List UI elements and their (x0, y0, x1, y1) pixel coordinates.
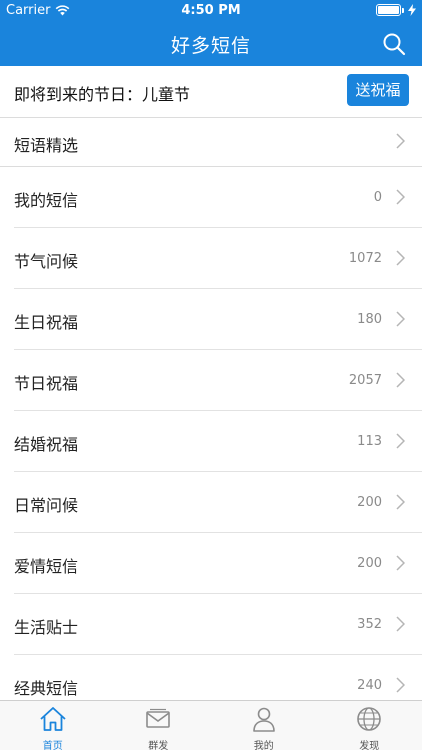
charging-bolt-icon (408, 4, 416, 16)
list-item[interactable]: 节气问候 1072 (0, 228, 422, 289)
category-count: 200 (357, 495, 382, 510)
nav-bar: 好多短信 (0, 22, 422, 66)
quotes-label: 短语精选 (14, 136, 79, 155)
tab-mine[interactable]: 我的 (211, 701, 317, 750)
festival-text: 即将到来的节日：儿童节 (14, 85, 191, 104)
tab-bar: 首页 群发 我的 发现 (0, 700, 422, 750)
list-item[interactable]: 结婚祝福 113 (0, 411, 422, 472)
quotes-row[interactable]: 短语精选 (0, 118, 422, 167)
category-count: 113 (357, 434, 382, 449)
tab-discover[interactable]: 发现 (317, 701, 422, 750)
chevron-right-icon (396, 677, 405, 693)
category-count: 2057 (348, 373, 382, 388)
category-count: 200 (357, 556, 382, 571)
status-bar: Carrier 4:50 PM (0, 0, 422, 22)
list-item[interactable]: 节日祝福 2057 (0, 350, 422, 411)
page-title: 好多短信 (170, 35, 251, 57)
category-label: 我的短信 (14, 191, 79, 210)
globe-icon (357, 707, 382, 731)
category-label: 节气问候 (14, 252, 79, 271)
category-label: 经典短信 (14, 679, 79, 698)
category-count: 180 (357, 312, 382, 327)
tab-home[interactable]: 首页 (0, 701, 106, 750)
send-blessing-button[interactable]: 送祝福 (347, 74, 409, 106)
tab-label: 首页 (42, 741, 63, 750)
category-label: 生活贴士 (14, 618, 79, 637)
list-item[interactable]: 我的短信 0 (0, 167, 422, 228)
category-count: 1072 (348, 251, 382, 266)
chevron-right-icon (396, 133, 405, 149)
chevron-right-icon (396, 616, 405, 632)
chevron-right-icon (396, 311, 405, 327)
category-label: 生日祝福 (14, 313, 79, 332)
category-label: 日常问候 (14, 496, 79, 515)
chevron-right-icon (396, 189, 405, 205)
chevron-right-icon (396, 372, 405, 388)
chevron-right-icon (396, 494, 405, 510)
category-label: 爱情短信 (14, 557, 79, 576)
category-list: 我的短信 0 节气问候 1072 生日祝福 180 节日祝福 2057 结婚祝福… (0, 167, 422, 716)
festival-banner: 即将到来的节日：儿童节 送祝福 (0, 66, 422, 118)
envelope-icon (146, 708, 171, 728)
list-item[interactable]: 生活贴士 352 (0, 594, 422, 655)
status-time: 4:50 PM (181, 3, 241, 18)
list-item[interactable]: 生日祝福 180 (0, 289, 422, 350)
home-icon (40, 707, 66, 731)
chevron-right-icon (396, 250, 405, 266)
tab-label: 我的 (253, 741, 274, 750)
list-item[interactable]: 爱情短信 200 (0, 533, 422, 594)
category-label: 结婚祝福 (14, 435, 79, 454)
chevron-right-icon (396, 555, 405, 571)
category-label: 节日祝福 (14, 374, 79, 393)
list-item[interactable]: 日常问候 200 (0, 472, 422, 533)
tab-mass-send[interactable]: 群发 (106, 701, 212, 750)
person-icon (252, 707, 275, 732)
tab-label: 群发 (148, 741, 169, 750)
chevron-right-icon (396, 433, 405, 449)
battery-icon (376, 4, 404, 16)
search-icon[interactable] (380, 30, 408, 58)
category-count: 352 (357, 617, 382, 632)
category-count: 0 (373, 190, 382, 205)
category-count: 240 (357, 678, 382, 693)
tab-label: 发现 (359, 741, 380, 750)
status-right (376, 4, 416, 16)
